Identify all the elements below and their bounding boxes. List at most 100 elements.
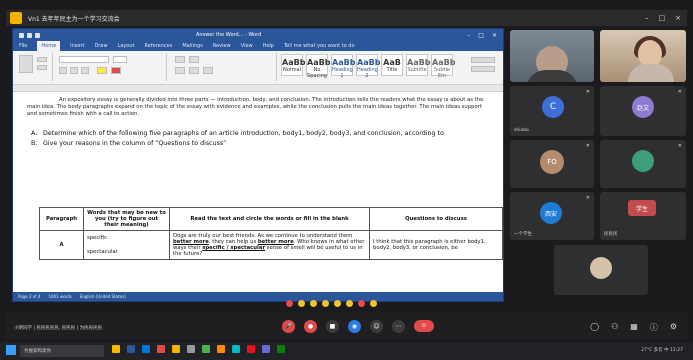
align-center-button[interactable] xyxy=(189,67,199,74)
more-options-button[interactable]: ⋯ xyxy=(392,320,405,333)
style-normal[interactable]: AaBb Normal xyxy=(281,54,305,76)
word-icon[interactable] xyxy=(127,345,135,353)
font-size-select[interactable] xyxy=(113,56,127,63)
settings-icon[interactable]: ⚙ xyxy=(670,322,677,333)
instruction-b: B. Give your reasons in the column of “Qu… xyxy=(31,139,227,147)
word-title-bar: Answer the Word... - Word – □ × xyxy=(13,29,503,41)
mic-toggle-button[interactable]: 🎤 xyxy=(282,320,295,333)
participant-tile[interactable]: ✕ xyxy=(600,140,686,188)
heart-reaction-icon[interactable] xyxy=(358,300,365,307)
app-icon[interactable] xyxy=(157,345,165,353)
copy-button[interactable] xyxy=(37,65,47,70)
discussion-cell[interactable]: I think that this paragraph is either bo… xyxy=(369,230,503,260)
tab-layout[interactable]: Layout xyxy=(118,43,135,49)
app-icon[interactable] xyxy=(247,345,255,353)
start-icon[interactable] xyxy=(6,345,16,355)
word-status-bar: Page 2 of 4 1001 words English (United S… xyxy=(13,292,503,301)
avatar xyxy=(632,150,654,172)
camera-toggle-button[interactable]: ● xyxy=(304,320,317,333)
participant-tile[interactable]: 学生 民民民 xyxy=(600,192,686,240)
app-icon[interactable] xyxy=(232,345,240,353)
info-icon[interactable]: ⓘ xyxy=(650,322,658,333)
people-icon[interactable]: ⚇ xyxy=(611,322,618,333)
participant-tile[interactable]: C shiobo ✕ xyxy=(510,86,594,136)
chat-icon[interactable]: ◯ xyxy=(590,322,599,333)
choice-specific-spectacular[interactable]: specific / spectacular xyxy=(202,245,265,251)
file-explorer-icon[interactable] xyxy=(112,345,120,353)
participants-button[interactable]: ☺ xyxy=(370,320,383,333)
bold-button[interactable] xyxy=(59,67,67,74)
style-title[interactable]: AaB Title xyxy=(381,54,403,76)
italic-button[interactable] xyxy=(70,67,78,74)
tab-references[interactable]: References xyxy=(145,43,173,49)
redo-icon[interactable] xyxy=(35,32,40,38)
edge-icon[interactable] xyxy=(142,345,150,353)
close-icon[interactable]: × xyxy=(675,14,681,22)
tab-draw[interactable]: Draw xyxy=(94,43,107,49)
participant-video-tile[interactable] xyxy=(600,30,686,82)
tab-home[interactable]: Home xyxy=(37,41,61,51)
minimize-icon[interactable]: – xyxy=(645,14,649,22)
underline-button[interactable] xyxy=(81,67,89,74)
save-icon[interactable] xyxy=(19,32,24,38)
laugh-reaction-icon[interactable] xyxy=(322,300,329,307)
meeting-title: Vn1 去年年民主为一个学习交流会 xyxy=(28,15,120,23)
end-meeting-button[interactable]: ⏻ xyxy=(414,320,434,332)
bullets-button[interactable] xyxy=(175,56,185,63)
apps-icon[interactable]: ▦ xyxy=(630,322,638,333)
thumbs-up-reaction-icon[interactable] xyxy=(298,300,305,307)
participant-name: 一个学生 xyxy=(514,232,532,237)
find-button[interactable] xyxy=(471,57,495,63)
surprised-reaction-icon[interactable] xyxy=(334,300,341,307)
participant-video-tile[interactable] xyxy=(510,30,594,82)
app-icon[interactable] xyxy=(262,345,270,353)
style-subtle-emphasis[interactable]: AaBb Subtle Em xyxy=(431,54,455,79)
cut-button[interactable] xyxy=(37,57,47,62)
app-icon[interactable] xyxy=(277,345,285,353)
clap-reaction-icon[interactable] xyxy=(310,300,317,307)
meeting-app-icon[interactable] xyxy=(172,345,180,353)
tab-mailings[interactable]: Mailings xyxy=(182,43,203,49)
font-color-button[interactable] xyxy=(111,67,121,74)
record-button[interactable]: ◉ xyxy=(348,320,361,333)
style-no-spacing[interactable]: AaBb No Spacing xyxy=(306,54,330,79)
tell-me-search[interactable]: Tell me what you want to do xyxy=(284,43,355,49)
participant-tile[interactable]: 西安 一个学生 ✕ xyxy=(510,192,594,240)
maximize-icon[interactable]: □ xyxy=(659,14,666,22)
tab-help[interactable]: Help xyxy=(263,43,274,49)
close-icon[interactable]: × xyxy=(492,32,497,39)
tab-insert[interactable]: Insert xyxy=(70,43,84,49)
align-left-button[interactable] xyxy=(175,67,185,74)
undo-icon[interactable] xyxy=(27,32,32,38)
tab-view[interactable]: View xyxy=(241,43,253,49)
participant-tile[interactable]: 赵文 ✕ xyxy=(600,86,686,136)
tab-review[interactable]: Review xyxy=(213,43,231,49)
system-tray[interactable]: 27°C 多云 中 11:27 xyxy=(641,347,683,353)
app-icon[interactable] xyxy=(187,345,195,353)
style-subtitle[interactable]: AaBb Subtitle xyxy=(406,54,430,76)
tab-file[interactable]: File xyxy=(19,43,27,49)
style-heading-2[interactable]: AaBb Heading 2 xyxy=(356,54,380,79)
taskbar-search[interactable]: 为搜索和类你 xyxy=(20,345,104,357)
exercise-table: Paragraph Words that may be new to you (… xyxy=(39,207,503,260)
app-icon[interactable] xyxy=(202,345,210,353)
col-header-read: Read the text and circle the words or fi… xyxy=(169,207,370,231)
thumbs-up-reaction-icon[interactable] xyxy=(370,300,377,307)
participant-tile[interactable]: FO ✕ xyxy=(510,140,594,188)
minimize-icon[interactable]: – xyxy=(467,32,470,39)
participant-tile[interactable] xyxy=(554,245,648,295)
maximize-icon[interactable]: □ xyxy=(478,32,484,39)
font-name-select[interactable] xyxy=(59,56,109,63)
numbering-button[interactable] xyxy=(189,56,199,63)
paste-button[interactable] xyxy=(19,55,33,73)
share-screen-button[interactable]: ■ xyxy=(326,320,339,333)
heart-reaction-icon[interactable] xyxy=(286,300,293,307)
reading-cell[interactable]: Dogs are truly our best friends. As we c… xyxy=(169,230,370,260)
replace-button[interactable] xyxy=(471,66,495,72)
align-right-button[interactable] xyxy=(203,67,213,74)
style-heading-1[interactable]: AaBb Heading 1 xyxy=(331,54,355,79)
app-icon[interactable] xyxy=(217,345,225,353)
highlight-button[interactable] xyxy=(97,67,107,74)
party-reaction-icon[interactable] xyxy=(346,300,353,307)
document-page[interactable]: An expository essay is generally divided… xyxy=(13,93,503,292)
